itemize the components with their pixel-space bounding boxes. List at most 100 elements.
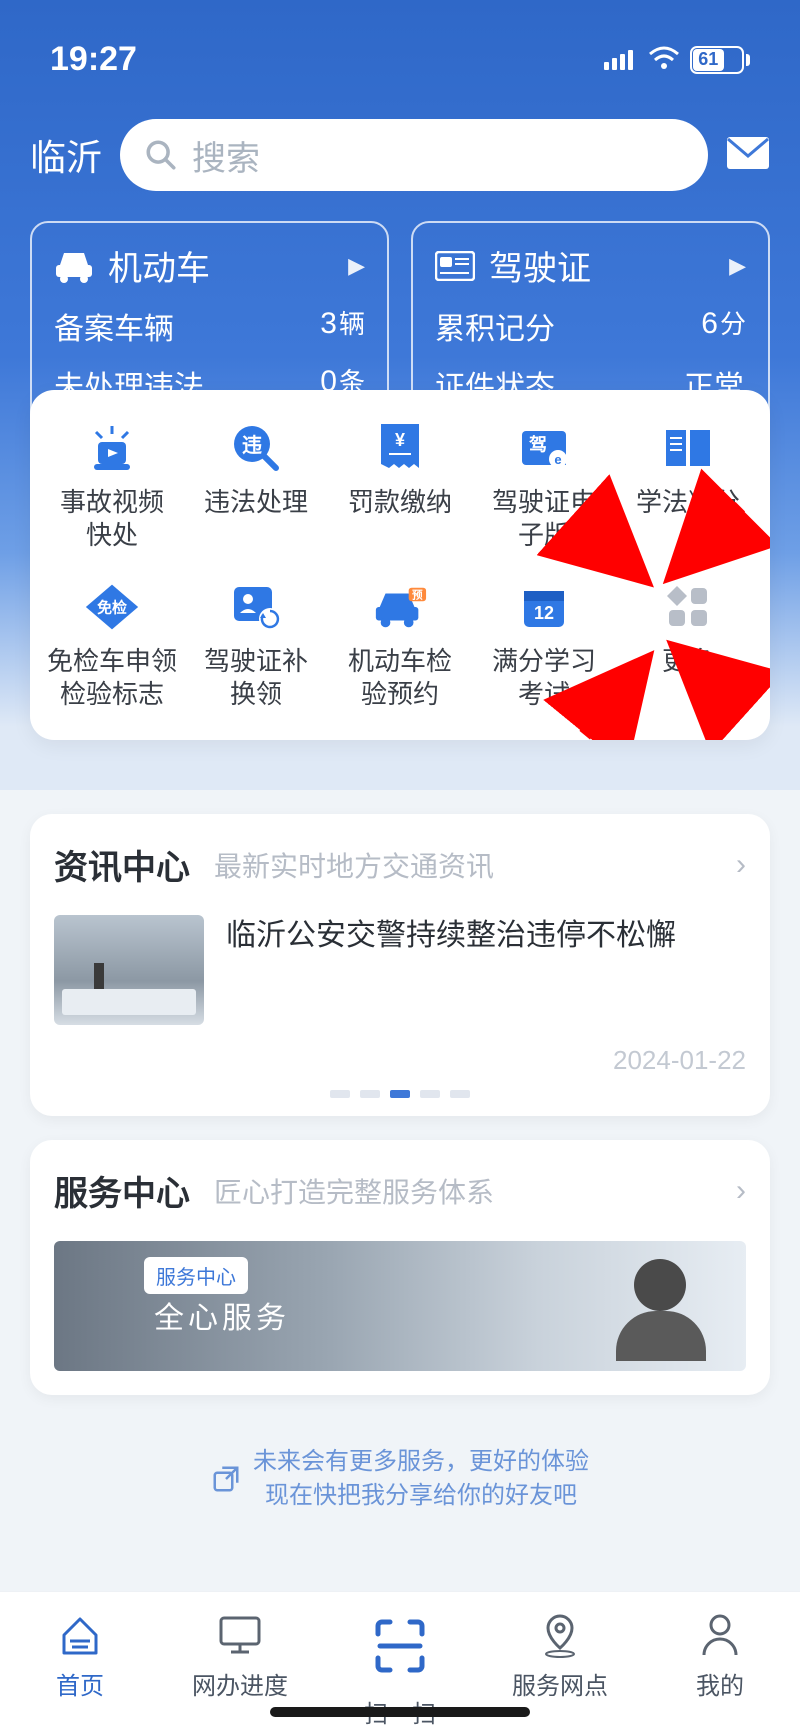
search-icon [144,138,178,172]
news-item-date: 2024-01-22 [30,1039,770,1090]
id-card-icon [435,251,475,281]
footer-promo-text: 未来会有更多服务，更好的体验 现在快把我分享给你的好友吧 [253,1445,589,1512]
svg-text:¥: ¥ [395,430,405,450]
svc-label: 驾驶证补 换领 [204,645,308,710]
violation-icon: 违 [228,420,284,476]
chevron-right-icon: › [736,1174,746,1208]
svg-text:违: 违 [242,434,262,457]
status-time: 19:27 [50,40,137,79]
svc-study-reduce[interactable]: 学法减分 [616,420,760,551]
svc-fine-payment[interactable]: ¥ 罚款缴纳 [328,420,472,551]
services-grid: 事故视频 快处 违 违法处理 ¥ 罚款缴纳 驾e 驾驶证电 子版 学法减分 免检… [40,420,760,710]
city-selector[interactable]: 临沂 [30,129,102,181]
news-item[interactable]: 临沂公安交警持续整治违停不松懈 [30,915,770,1039]
service-center-header[interactable]: 服务中心 匠心打造完整服务体系 › [30,1140,770,1241]
svc-full-score-study[interactable]: 12 满分学习 考试 [472,579,616,710]
e-license-icon: 驾e [516,420,572,476]
news-item-title: 临沂公安交警持续整治违停不松懈 [226,915,746,957]
svc-violation-handle[interactable]: 违 违法处理 [184,420,328,551]
services-card: 事故视频 快处 违 违法处理 ¥ 罚款缴纳 驾e 驾驶证电 子版 学法减分 免检… [30,390,770,740]
svc-inspection-exempt[interactable]: 免检 免检车申领 检验标志 [40,579,184,710]
tab-progress[interactable]: 网办进度 [160,1610,320,1701]
license-row1-value: 6 [701,307,718,340]
mail-icon[interactable] [726,136,770,175]
tab-label: 首页 [56,1666,104,1701]
banner-tag: 服务中心 [144,1257,248,1294]
person-icon [695,1610,745,1660]
main-content: 资讯中心 最新实时地方交通资讯 › 临沂公安交警持续整治违停不松懈 2024-0… [0,790,800,1512]
tab-bar: 首页 网办进度 扫一扫 服务网点 我的 [0,1591,800,1731]
svc-vehicle-inspection[interactable]: 预 机动车检 验预约 [328,579,472,710]
license-row1-unit: 分 [720,309,746,339]
svc-label: 学法减分 [636,486,740,519]
svc-label: 罚款缴纳 [348,486,452,519]
license-card-title: 驾驶证 [489,241,591,290]
svc-more[interactable]: 更多 [616,579,760,710]
svc-label: 满分学习 考试 [492,645,596,710]
wifi-icon [648,40,680,79]
svc-e-license[interactable]: 驾e 驾驶证电 子版 [472,420,616,551]
status-right: 61 [604,40,750,79]
home-icon [55,1610,105,1660]
news-title: 资讯中心 [54,840,190,889]
battery-icon: 61 [690,46,750,74]
svc-accident-video[interactable]: 事故视频 快处 [40,420,184,551]
chevron-right-icon: ▶ [348,253,365,279]
banner-figure [506,1251,706,1361]
tab-home[interactable]: 首页 [0,1610,160,1701]
news-subtitle: 最新实时地方交通资讯 [214,845,712,885]
location-icon [535,1610,585,1660]
tab-label: 服务网点 [512,1666,608,1701]
svg-text:e: e [554,452,561,467]
monitor-icon [215,1610,265,1660]
signal-icon [604,40,638,79]
svc-label: 驾驶证电 子版 [492,486,596,551]
news-section: 资讯中心 最新实时地方交通资讯 › 临沂公安交警持续整治违停不松懈 2024-0… [30,814,770,1116]
news-header[interactable]: 资讯中心 最新实时地方交通资讯 › [30,814,770,915]
car-appt-icon: 预 [372,579,428,635]
svc-license-replace[interactable]: 驾驶证补 换领 [184,579,328,710]
vehicle-card-title: 机动车 [108,241,210,290]
search-row: 临沂 搜索 [30,119,770,191]
vehicle-row1-value: 3 [320,307,337,340]
service-center-subtitle: 匠心打造完整服务体系 [214,1171,712,1211]
search-input[interactable]: 搜索 [120,119,708,191]
scan-icon [358,1604,442,1688]
siren-icon [84,420,140,476]
home-indicator [270,1707,530,1717]
svg-text:驾: 驾 [529,434,547,455]
chevron-right-icon: ▶ [729,253,746,279]
share-icon [211,1464,241,1494]
person-refresh-icon [228,579,284,635]
banner-text: 全心服务 [154,1293,290,1337]
receipt-icon: ¥ [372,420,428,476]
svc-label: 机动车检 验预约 [348,645,452,710]
svc-label: 事故视频 快处 [60,486,164,551]
service-center-title: 服务中心 [54,1166,190,1215]
header-area: 19:27 61 临沂 搜索 机动车 [0,0,800,790]
vehicle-row1-unit: 辆 [339,309,365,339]
svc-label: 更多 [662,645,714,678]
svg-text:免检: 免检 [97,599,127,617]
footer-promo: 未来会有更多服务，更好的体验 现在快把我分享给你的好友吧 [30,1445,770,1512]
license-row1-label: 累积记分 [435,304,555,348]
calendar-12-icon: 12 [516,579,572,635]
tab-mine[interactable]: 我的 [640,1610,800,1701]
news-thumbnail [54,915,204,1025]
tab-service-points[interactable]: 服务网点 [480,1610,640,1701]
tab-label: 我的 [696,1666,744,1701]
chevron-right-icon: › [736,848,746,882]
search-placeholder: 搜索 [192,131,260,180]
vehicle-row1-label: 备案车辆 [54,304,174,348]
book-icon [660,420,716,476]
service-banner[interactable]: 服务中心 全心服务 [54,1241,746,1371]
car-icon [54,249,94,283]
svg-text:预: 预 [412,589,423,601]
carousel-dots [30,1090,770,1116]
diamond-badge-icon: 免检 [84,579,140,635]
status-bar: 19:27 61 [30,40,770,99]
service-center-section: 服务中心 匠心打造完整服务体系 › 服务中心 全心服务 [30,1140,770,1395]
svg-text:12: 12 [534,603,554,623]
svc-label: 违法处理 [204,486,308,519]
more-grid-icon [660,579,716,635]
